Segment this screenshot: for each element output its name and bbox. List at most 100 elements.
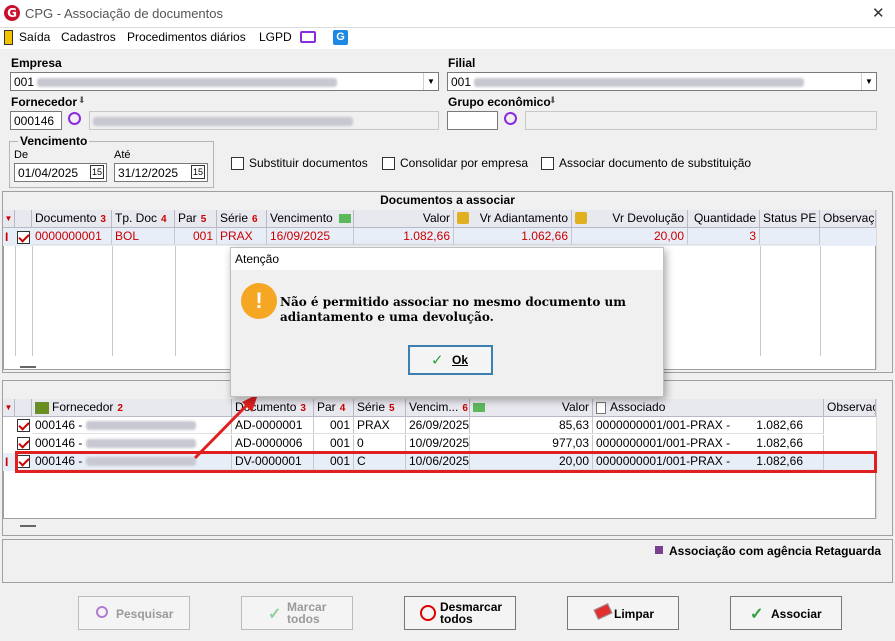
col-observacao[interactable]: Observaç [820, 210, 876, 228]
associar-subst-checkbox[interactable] [541, 157, 554, 170]
ok-button[interactable]: ✓ Ok [408, 345, 493, 375]
filial-select[interactable]: 001 ▼ [447, 72, 877, 91]
col-documento-label: Documento [35, 211, 97, 225]
search-icon[interactable] [68, 112, 81, 125]
associados-scrollbar[interactable] [876, 399, 892, 519]
cell-vencimento: 16/09/2025 [267, 228, 354, 245]
menu-procedimentos[interactable]: Procedimentos diários [127, 30, 246, 44]
col-tpdoc[interactable]: Tp. Doc 4 [112, 210, 175, 228]
col-serie[interactable]: Série 6 [217, 210, 267, 228]
date-from-input[interactable]: 01/04/2025 15 [14, 163, 107, 182]
col-vr-adiantamento-label: Vr Adiantamento [479, 211, 568, 225]
empresa-select[interactable]: 001 ▼ [10, 72, 439, 91]
pesquisar-button[interactable]: Pesquisar [78, 596, 190, 630]
search-icon[interactable] [504, 112, 517, 125]
grid-divider [15, 246, 16, 356]
menu-lgpd[interactable]: LGPD [259, 30, 292, 44]
col-vr-devolucao[interactable]: Vr Devolução [572, 210, 688, 228]
legend-color-swatch [655, 546, 663, 554]
check-col-header [15, 210, 32, 228]
cell-associado: 0000000001/001-PRAX - 1.082,66 [593, 435, 824, 452]
annotation-arrow-icon [193, 394, 258, 460]
associar-button[interactable]: ✓ Associar [730, 596, 842, 630]
search-icon [96, 606, 108, 618]
col-par-b[interactable]: Par 4 [314, 399, 354, 417]
col-valor-b[interactable]: Valor [470, 399, 593, 417]
grid-divider [820, 246, 821, 356]
grupo-code-input[interactable] [447, 111, 498, 130]
money-icon [473, 403, 485, 412]
company-icon [35, 401, 49, 414]
chevron-down-icon[interactable]: ▼ [423, 73, 438, 90]
col-par[interactable]: Par 5 [175, 210, 217, 228]
cell-status-pe [760, 228, 820, 245]
col-status-pe[interactable]: Status PE [760, 210, 820, 228]
col-serie-b[interactable]: Série 5 [354, 399, 406, 417]
sort-indicator: 3 [100, 214, 106, 225]
dialog-title: Atenção [235, 252, 280, 266]
col-quantidade[interactable]: Quantidade [688, 210, 760, 228]
col-associado[interactable]: Associado [593, 399, 824, 417]
chevron-down-icon[interactable]: ▼ [861, 73, 876, 90]
limpar-button[interactable]: Limpar [567, 596, 679, 630]
cell-par: 001 [175, 228, 217, 245]
ate-label: Até [114, 149, 131, 161]
consolidar-checkbox[interactable] [382, 157, 395, 170]
fornecedor-code-input[interactable]: 000146 [10, 111, 62, 130]
monitor-icon[interactable] [300, 31, 316, 43]
legend-label: Associação com agência Retaguarda [669, 544, 882, 558]
col-vr-adiantamento[interactable]: Vr Adiantamento [454, 210, 572, 228]
de-label: De [14, 149, 29, 161]
documentos-scrollbar[interactable] [876, 210, 892, 370]
empresa-value: 001 [14, 75, 35, 89]
col-vencimento-label: Vencimento [270, 211, 333, 225]
g-app-icon[interactable]: G [333, 30, 348, 45]
grid-footer-dash [20, 366, 36, 368]
checkmark-icon: ✓ [268, 606, 282, 623]
cell-documento: 0000000001 [32, 228, 112, 245]
menu-cadastros[interactable]: Cadastros [61, 30, 116, 44]
pin-icon: ⬇ [78, 95, 86, 105]
col-valor[interactable]: Valor [354, 210, 454, 228]
grid-divider [112, 246, 113, 356]
filial-value: 001 [451, 75, 472, 89]
desmarcar-todos-button[interactable]: Desmarcar todos [404, 596, 516, 630]
cell-vencimento: 10/09/2025 [406, 435, 470, 452]
cell-associado-doc: 0000000001/001-PRAX - [596, 436, 731, 450]
menu-saida[interactable]: Saída [19, 30, 50, 44]
row-checkbox[interactable] [17, 419, 30, 432]
coins-icon [457, 212, 469, 224]
col-valor-b-label: Valor [561, 400, 589, 414]
col-vencimento-b[interactable]: Vencim... 6 [406, 399, 470, 417]
col-vr-devolucao-label: Vr Devolução [612, 211, 684, 225]
document-icon [596, 401, 606, 414]
cell-vr-devolucao: 20,00 [572, 228, 688, 245]
money-icon [338, 214, 351, 224]
col-observacao-b[interactable]: Observaç [824, 399, 876, 417]
fornecedor-name-field [89, 111, 439, 130]
row-checkbox[interactable] [17, 437, 30, 450]
grid-divider [175, 246, 176, 356]
close-icon[interactable]: ✕ [872, 4, 885, 22]
date-to-input[interactable]: 31/12/2025 15 [114, 163, 208, 182]
col-serie-label: Série [220, 211, 249, 225]
table-row[interactable]: 000146 - AD-0000001 001 PRAX 26/09/2025 … [3, 417, 876, 435]
select-col-header-icon: ▼ [3, 399, 15, 417]
cell-serie: 0 [354, 435, 406, 452]
coins-icon [575, 212, 587, 224]
calendar-icon[interactable]: 15 [190, 165, 205, 179]
cell-vencimento: 26/09/2025 [406, 417, 470, 434]
marcar-todos-button[interactable]: ✓ Marcar todos [241, 596, 353, 630]
col-vencimento[interactable]: Vencimento [267, 210, 354, 228]
associar-label: Associar [771, 607, 822, 621]
col-documento[interactable]: Documento 3 [32, 210, 112, 228]
limpar-label: Limpar [614, 607, 655, 621]
sort-indicator: 6 [252, 214, 258, 225]
row-cursor-icon: I [5, 230, 9, 244]
calendar-icon[interactable]: 15 [89, 165, 104, 179]
substituir-checkbox[interactable] [231, 157, 244, 170]
cell-quantidade: 3 [688, 228, 760, 245]
date-to-value: 31/12/2025 [118, 166, 179, 180]
row-checkbox[interactable] [17, 231, 30, 244]
cell-valor: 977,03 [470, 435, 593, 452]
